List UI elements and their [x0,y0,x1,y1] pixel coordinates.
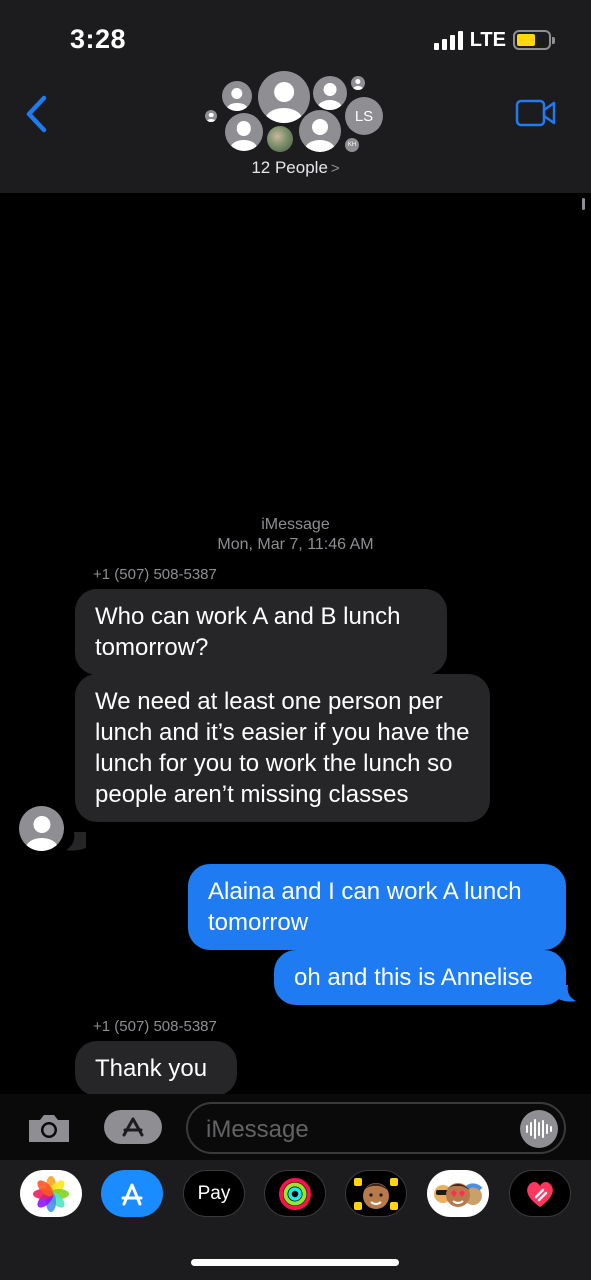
audio-message-button[interactable] [520,1110,558,1148]
app-store-a-icon [121,1183,143,1205]
camera-button[interactable] [26,1112,72,1144]
group-avatar-cluster[interactable]: LS KH [195,68,395,160]
member-avatar [225,113,263,151]
network-type: LTE [469,28,506,51]
animoji-stickers-app-icon[interactable] [427,1170,489,1217]
memoji-app-icon[interactable] [345,1170,407,1217]
photos-flower-icon [33,1175,69,1212]
activity-app-icon[interactable] [264,1170,326,1217]
member-avatar-kh: KH [345,138,359,152]
sent-message-bubble[interactable]: Alaina and I can work A lunch tomorrow [188,864,566,950]
received-message-bubble[interactable]: We need at least one person per lunch an… [75,674,490,822]
member-avatar [299,110,341,152]
camera-icon [29,1115,69,1142]
photos-app-icon[interactable] [20,1170,82,1217]
apps-button[interactable] [104,1110,162,1144]
battery-icon [513,30,555,50]
group-details-link[interactable]: 12 People > [0,158,591,178]
chevron-right-icon: > [330,160,340,177]
chevron-left-icon [26,95,47,133]
member-avatar [222,81,252,111]
message-input[interactable]: iMessage [186,1102,566,1154]
home-indicator[interactable] [191,1259,399,1266]
status-time: 3:28 [70,24,127,54]
apple-pay-app-icon[interactable]: Pay [183,1170,245,1217]
member-avatar [205,110,217,122]
received-message-bubble[interactable]: Thank you [75,1041,237,1096]
app-store-app-icon[interactable] [101,1170,163,1217]
member-avatar [351,76,365,90]
member-photo-avatar [267,126,293,152]
memoji-stickers-icon [434,1182,483,1207]
cellular-signal-icon [433,30,463,50]
app-store-icon [122,1117,144,1137]
message-timestamp: Mon, Mar 7, 11:46 AM [217,536,374,553]
sender-avatar[interactable] [19,806,64,851]
imessage-app-drawer: Pay [0,1160,591,1280]
conversation-header: 3:28 LTE LS KH 12 People > [0,0,591,193]
member-avatar [258,71,310,123]
message-composer: iMessage [0,1094,591,1160]
apple-pay-label: Pay [197,1182,231,1204]
message-service-label: iMessage [261,516,330,533]
digital-touch-app-icon[interactable] [509,1170,571,1217]
scroll-indicator[interactable] [582,198,585,210]
message-sender: +1 (507) 508-5387 [93,566,217,583]
people-count-label: 12 People [251,158,328,177]
member-avatar-ls: LS [345,97,383,135]
message-sender: +1 (507) 508-5387 [93,1018,217,1035]
sent-message-bubble[interactable]: oh and this is Annelise [274,950,566,1005]
facetime-video-button[interactable] [515,98,557,128]
member-avatar [313,76,347,110]
video-camera-icon [515,99,556,127]
back-button[interactable] [20,94,54,134]
received-message-bubble[interactable]: Who can work A and B lunch tomorrow? [75,589,447,675]
bubble-tail [558,985,576,1002]
status-indicators: LTE [433,28,555,52]
bubble-tail [66,832,86,851]
message-input-placeholder: iMessage [206,1116,309,1143]
heart-touch-icon [527,1181,553,1207]
memoji-face-icon [354,1177,398,1210]
activity-rings-icon [279,1177,311,1210]
